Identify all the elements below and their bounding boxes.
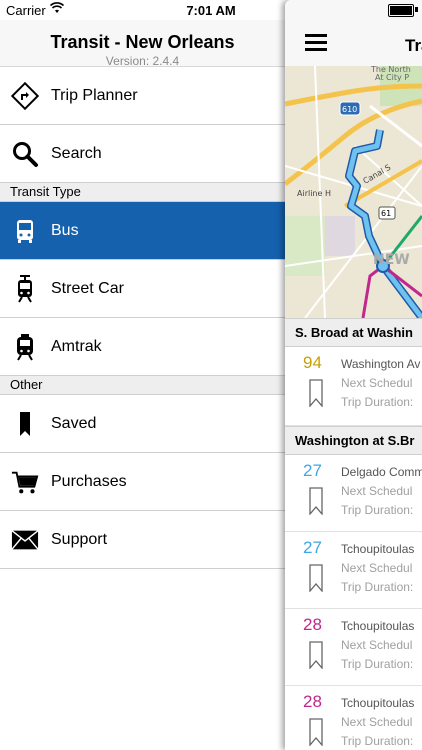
route-number: 27 (303, 461, 322, 480)
bookmark-outline-icon[interactable] (309, 379, 323, 412)
route-number: 28 (303, 692, 322, 711)
trip-duration: Trip Duration: (341, 580, 414, 594)
menu-item-saved[interactable]: Saved (0, 395, 285, 453)
next-scheduled: Next Schedul (341, 376, 413, 390)
menu-item-label: Purchases (51, 472, 127, 490)
app-version: Version: 2.4.4 (105, 54, 180, 68)
route-destination: Washington Av (341, 357, 421, 371)
highway-label: 610 (342, 105, 357, 114)
bookmark-outline-icon[interactable] (309, 487, 323, 520)
train-icon (11, 333, 39, 361)
menu-item-label: Support (51, 530, 108, 548)
panel-title: Transi (405, 36, 422, 55)
route-destination: Tchoupitoulas (341, 619, 415, 633)
route-number: 94 (303, 353, 322, 372)
bookmark-icon (11, 410, 39, 438)
menu-item-search[interactable]: Search (0, 125, 285, 183)
battery-icon (388, 4, 414, 17)
next-scheduled: Next Schedul (341, 561, 413, 575)
arrival-row[interactable]: 28 Tchoupitoulas Next Schedul Trip Durat… (285, 686, 422, 750)
envelope-icon (11, 526, 39, 554)
map-label: NEW (373, 252, 410, 268)
menu-item-street-car[interactable]: Street Car (0, 260, 285, 318)
menu-header: Transit - New Orleans Version: 2.4.4 (0, 20, 285, 68)
bus-icon (11, 217, 39, 245)
next-scheduled: Next Schedul (341, 715, 413, 729)
arrival-row[interactable]: 27 Tchoupitoulas Next Schedul Trip Durat… (285, 532, 422, 609)
arrivals-list: S. Broad at Washin 94 Washington Av Next… (285, 318, 422, 750)
section-header-other: Other (0, 376, 285, 395)
menu-list: Trip Planner Search Transit Type Bus Str… (0, 67, 285, 569)
menu-item-label: Search (51, 144, 102, 162)
arrival-row[interactable]: 28 Tchoupitoulas Next Schedul Trip Durat… (285, 609, 422, 686)
arrival-row[interactable]: 94 Washington Av Next Schedul Trip Durat… (285, 347, 422, 426)
menu-item-label: Saved (51, 414, 97, 432)
menu-item-label: Amtrak (51, 337, 102, 355)
clock: 7:01 AM (186, 3, 236, 18)
stop-header: S. Broad at Washin (285, 318, 422, 347)
menu-item-support[interactable]: Support (0, 511, 285, 569)
menu-item-label: Street Car (51, 279, 124, 297)
menu-item-purchases[interactable]: Purchases (0, 453, 285, 511)
map-label: Airline H (297, 189, 331, 198)
map-label: At City P (375, 73, 409, 82)
route-map[interactable]: The North At City P 610 Canal S Airline … (285, 66, 422, 318)
route-number: 28 (303, 615, 322, 634)
route-destination: Tchoupitoulas (341, 542, 415, 556)
highway-label: 61 (381, 209, 391, 218)
menu-item-trip-planner[interactable]: Trip Planner (0, 67, 285, 125)
route-destination: Tchoupitoulas (341, 696, 415, 710)
route-destination: Delgado Comm (341, 465, 422, 479)
route-number: 27 (303, 538, 322, 557)
trip-duration: Trip Duration: (341, 657, 414, 671)
bookmark-outline-icon[interactable] (309, 718, 323, 750)
streetcar-icon (11, 274, 39, 303)
section-header-transit-type: Transit Type (0, 183, 285, 202)
main-panel: Transi The N (285, 0, 422, 750)
hamburger-menu-icon[interactable] (305, 34, 327, 55)
map-canvas: The North At City P 610 Canal S Airline … (285, 66, 422, 318)
trip-duration: Trip Duration: (341, 734, 414, 748)
search-icon (11, 140, 39, 168)
status-bar: Carrier 7:01 AM (0, 0, 422, 20)
bookmark-outline-icon[interactable] (309, 641, 323, 674)
next-scheduled: Next Schedul (341, 638, 413, 652)
directions-sign-icon (11, 81, 39, 110)
stop-header: Washington at S.Br (285, 426, 422, 455)
trip-duration: Trip Duration: (341, 395, 414, 409)
next-scheduled: Next Schedul (341, 484, 413, 498)
app-title: Transit - New Orleans (50, 32, 235, 52)
menu-item-amtrak[interactable]: Amtrak (0, 318, 285, 376)
side-menu: Transit - New Orleans Version: 2.4.4 Tri… (0, 0, 285, 750)
menu-item-bus[interactable]: Bus (0, 202, 285, 260)
cart-icon (11, 468, 39, 496)
menu-item-label: Bus (51, 221, 79, 239)
menu-item-label: Trip Planner (51, 86, 138, 104)
trip-duration: Trip Duration: (341, 503, 414, 517)
arrival-row[interactable]: 27 Delgado Comm Next Schedul Trip Durati… (285, 455, 422, 532)
bookmark-outline-icon[interactable] (309, 564, 323, 597)
